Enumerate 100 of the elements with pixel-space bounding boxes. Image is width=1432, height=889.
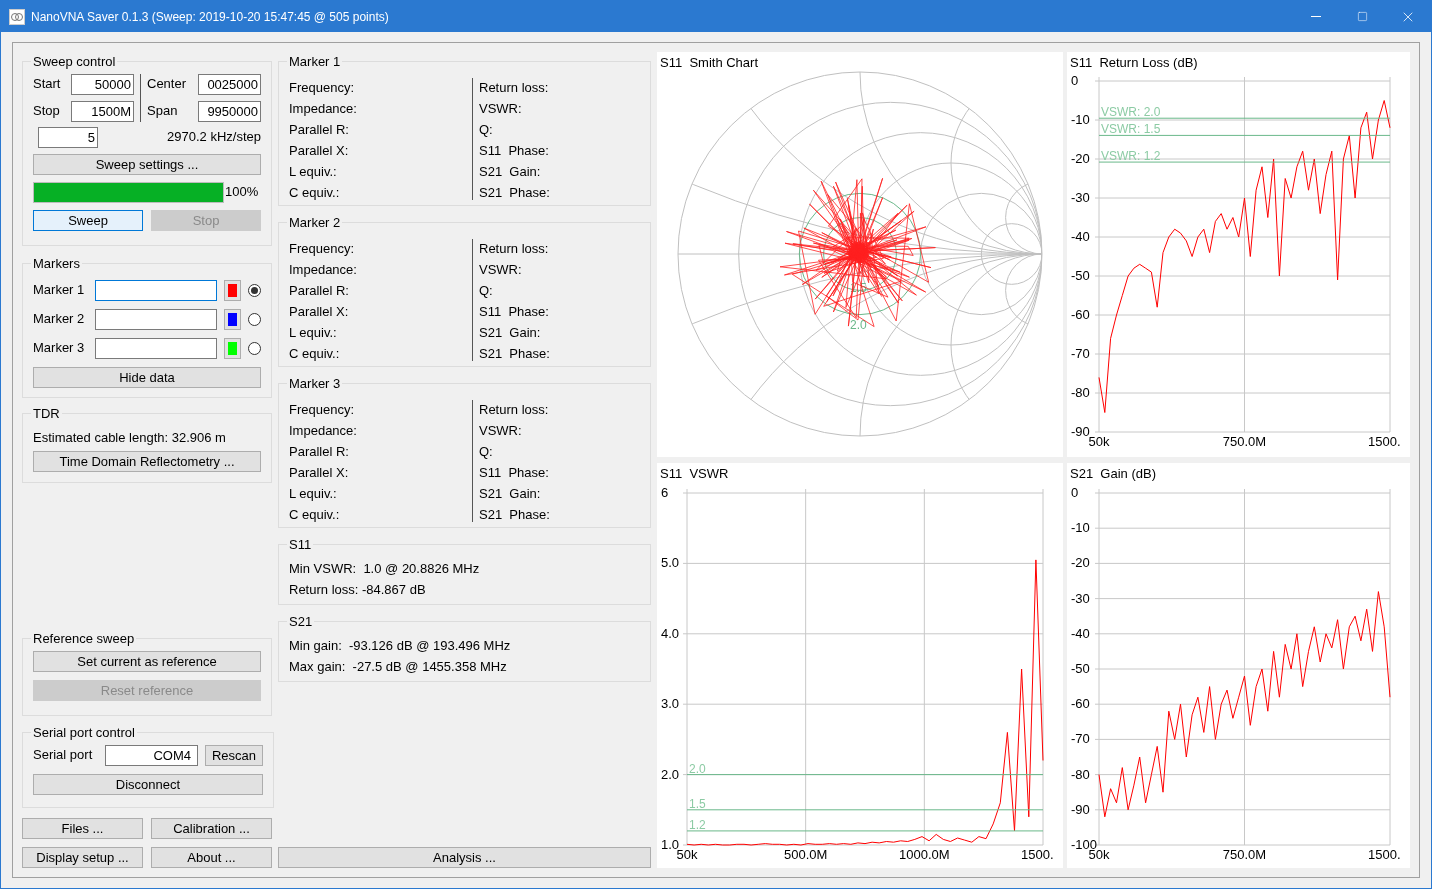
maximize-icon	[1356, 11, 1368, 22]
readout-label: S11 Phase:	[479, 302, 550, 319]
analysis-button[interactable]: Analysis ...	[278, 847, 651, 868]
readout-label: L equiv.:	[289, 162, 338, 179]
radio-button[interactable]	[248, 283, 261, 297]
minimize-icon	[1311, 16, 1321, 17]
readout-label: Parallel X:	[289, 141, 350, 158]
readout-label: Return loss:	[479, 78, 550, 95]
group-title: Reference sweep	[32, 630, 136, 648]
marker-frequency-field[interactable]	[95, 337, 217, 359]
readout-label: Q:	[479, 120, 494, 137]
color-button[interactable]	[224, 279, 241, 301]
serial-port-label: Serial port	[33, 746, 94, 765]
axis-tick-label: -70	[1071, 346, 1090, 361]
readout-label: S21 Gain:	[479, 162, 542, 179]
axis-tick-label: -80	[1071, 385, 1090, 400]
threshold-label: VSWR: 1.5	[1101, 122, 1161, 137]
threshold-label: 1.5	[689, 796, 706, 811]
readout-label: Parallel X:	[289, 463, 350, 480]
readout-label: S21 Gain:	[479, 484, 542, 501]
tdr-button[interactable]: Time Domain Reflectometry ...	[33, 451, 261, 472]
readout-label: Parallel R:	[289, 120, 350, 137]
dialog-button[interactable]: About ...	[151, 847, 272, 868]
color-button[interactable]	[224, 308, 241, 330]
rescan-button[interactable]: Rescan	[205, 744, 263, 766]
disconnect-button[interactable]: Disconnect	[33, 773, 263, 795]
group-title: Marker 1	[288, 53, 342, 71]
marker-frequency-field[interactable]	[95, 279, 217, 301]
axis-tick-label: 0	[1071, 485, 1079, 500]
vswr-circle-label: 2.0	[850, 317, 867, 332]
dialog-button[interactable]: Calibration ...	[151, 818, 272, 839]
group-title: S11	[288, 536, 313, 554]
readout-label: C equiv.:	[289, 344, 341, 361]
sweep-settings-button[interactable]: Sweep settings ...	[33, 153, 261, 175]
axis-tick-label: 500.0M	[783, 847, 828, 862]
axis-tick-label: -60	[1071, 307, 1090, 322]
readout-label: S21 Phase:	[479, 344, 550, 361]
axis-tick-label: 5.0	[661, 555, 680, 571]
axis-tick-label: -20	[1071, 151, 1090, 166]
readout-label: C equiv.:	[289, 505, 341, 522]
readout-label: S11 Phase:	[479, 141, 550, 158]
sweep-button[interactable]: Sweep	[33, 209, 143, 231]
group-title: Marker 2	[288, 214, 342, 232]
field-label: Span	[147, 102, 179, 121]
summary-text: Min gain: -93.126 dB @ 193.496 MHz	[289, 636, 512, 653]
axis-tick-label: 2.0	[661, 766, 680, 782]
group-title: S21	[288, 613, 314, 631]
summary-text: Return loss: -84.867 dB	[289, 580, 427, 597]
readout-label: VSWR:	[479, 421, 523, 438]
axis-tick-label: 750.0M	[1222, 434, 1267, 449]
threshold-label: 1.2	[689, 817, 706, 832]
field-label: Center	[147, 75, 188, 94]
hide-data-button[interactable]: Hide data	[33, 366, 261, 388]
readout-label: Frequency:	[289, 400, 356, 417]
group-title: Markers	[32, 255, 81, 273]
marker-frequency-field[interactable]	[95, 308, 217, 330]
readout-label: VSWR:	[479, 260, 523, 277]
window-title: NanoVNA Saver 0.1.3 (Sweep: 2019-10-20 15:47:45 @ 505 points)	[31, 8, 389, 26]
axis-tick-label: -40	[1071, 625, 1090, 641]
cable-length-text: Estimated cable length: 32.906 m	[33, 428, 227, 447]
axis-tick-label: -10	[1071, 520, 1090, 536]
readout-label: S11 Phase:	[479, 463, 550, 480]
axis-tick-label: 6	[661, 485, 669, 500]
vswr-circle-label: 1.5	[850, 281, 867, 296]
app-icon	[9, 8, 25, 25]
axis-tick-label: -70	[1071, 731, 1090, 747]
dialog-button[interactable]: Display setup ...	[22, 847, 143, 868]
readout-label: L equiv.:	[289, 484, 338, 501]
readout-label: Q:	[479, 442, 494, 459]
frequency-field[interactable]: 0025000	[198, 73, 261, 95]
dialog-button[interactable]: Files ...	[22, 818, 143, 839]
color-button[interactable]	[224, 337, 241, 359]
axis-tick-label: -50	[1071, 268, 1090, 283]
axis-tick-label: -20	[1071, 555, 1090, 571]
axis-tick-label: -60	[1071, 696, 1090, 712]
readout-label: Frequency:	[289, 78, 356, 95]
threshold-label: 2.0	[689, 761, 706, 776]
radio-button[interactable]	[248, 341, 261, 355]
axis-tick-label: 1000.0M	[899, 847, 950, 862]
set-reference-button[interactable]: Set current as reference	[33, 650, 261, 672]
axis-tick-label: 4.0	[661, 625, 680, 641]
step-text: 2970.2 kHz/step	[167, 128, 261, 147]
axis-tick-label: 3.0	[661, 696, 680, 712]
progress-reading: 100%	[225, 183, 259, 202]
group-title: Serial port control	[32, 724, 136, 742]
axis-tick-label: 50k	[1088, 434, 1110, 449]
readout-label: C equiv.:	[289, 183, 341, 200]
frequency-field[interactable]: 50000	[71, 73, 134, 95]
group-title: TDR	[32, 405, 61, 423]
segments-field[interactable]: 5	[38, 126, 98, 148]
readout-label: Impedance:	[289, 421, 358, 438]
axis-tick-label: -30	[1071, 590, 1090, 606]
frequency-field[interactable]: 1500M	[71, 100, 134, 122]
readout-label: S21 Gain:	[479, 323, 542, 340]
axis-tick-label: 0	[1071, 73, 1079, 88]
serial-port-field[interactable]: COM4	[105, 744, 198, 766]
marker-label: Marker 2	[33, 310, 86, 329]
radio-button[interactable]	[248, 312, 261, 326]
frequency-field[interactable]: 9950000	[198, 100, 261, 122]
chart-title: S11 VSWR	[660, 465, 729, 483]
